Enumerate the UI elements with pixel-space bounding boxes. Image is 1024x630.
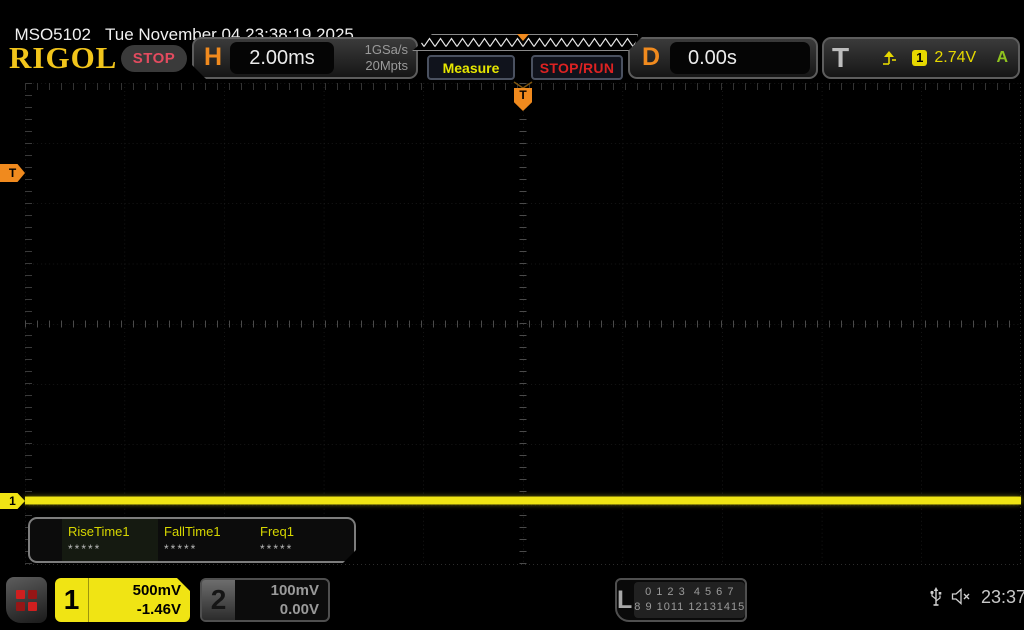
trigger-position-marker-label: T: [519, 88, 527, 102]
timebase-value: 2.00ms: [230, 42, 334, 74]
stop-run-button-label: STOP/RUN: [539, 59, 615, 76]
channel1-block[interactable]: 1 500mV -1.46V: [55, 578, 190, 622]
channel1-offset-marker[interactable]: 1: [0, 493, 25, 509]
measurement-item-falltime[interactable]: FallTime1 *****: [158, 519, 254, 561]
channel2-offset: 0.00V: [279, 601, 319, 618]
measurement-label: RiseTime1: [68, 524, 130, 539]
trigger-block[interactable]: T 1 2.74V A: [822, 37, 1020, 79]
measure-button-label: Measure: [442, 59, 500, 76]
acquisition-info: 1GSa/s 20Mpts: [365, 42, 408, 74]
measurement-item-freq[interactable]: Freq1 *****: [254, 519, 350, 561]
digital-row-2: 8 9 1011 12131415: [634, 601, 746, 613]
channel1-number: 1: [55, 578, 89, 622]
speaker-muted-icon[interactable]: [951, 588, 973, 605]
digital-row-1: 0 1 2 3 4 5 6 7: [645, 586, 735, 598]
delay-block[interactable]: D 0.00s: [628, 37, 818, 79]
measurement-value: *****: [68, 542, 102, 556]
overview-trigger-position-icon[interactable]: [517, 34, 529, 41]
usb-icon: [930, 587, 942, 606]
memory-depth: 20Mpts: [365, 58, 408, 73]
clock: 23:37: [981, 587, 1024, 607]
menu-button[interactable]: [6, 577, 47, 623]
horizontal-label: H: [204, 43, 223, 71]
channel1-values: 500mV -1.46V: [89, 578, 190, 622]
digital-channel-numbers: 0 1 2 3 4 5 6 7 8 9 1011 12131415: [634, 582, 746, 618]
trigger-label: T: [832, 42, 850, 73]
stop-run-button[interactable]: STOP/RUN: [531, 55, 623, 80]
trigger-mode: A: [996, 49, 1008, 66]
measurement-panel: RiseTime1 ***** FallTime1 ***** Freq1 **…: [28, 517, 356, 563]
trigger-level-value: 2.74V: [934, 49, 977, 66]
run-state-indicator: STOP: [121, 45, 187, 72]
logic-analyzer-block[interactable]: L 0 1 2 3 4 5 6 7 8 9 1011 12131415: [615, 578, 747, 622]
channel1-scale: 500mV: [132, 582, 181, 599]
sample-rate: 1GSa/s: [364, 42, 408, 57]
channel1-offset: -1.46V: [136, 601, 181, 618]
horizontal-settings-block[interactable]: H 2.00ms 1GSa/s 20Mpts: [192, 37, 418, 79]
measurement-value: *****: [164, 542, 198, 556]
delay-label: D: [642, 43, 661, 71]
measurement-label: FallTime1: [164, 524, 221, 539]
measurement-item-risetime[interactable]: RiseTime1 *****: [62, 519, 158, 561]
channel2-block[interactable]: 2 100mV 0.00V: [200, 578, 330, 622]
trigger-level-marker-label: T: [8, 166, 17, 180]
channel2-number: 2: [202, 580, 235, 620]
delay-value: 0.00s: [670, 42, 810, 74]
channel1-trace: [25, 497, 1021, 504]
channel2-values: 100mV 0.00V: [235, 580, 328, 620]
rising-edge-icon: [883, 51, 897, 65]
menu-grid-icon: [16, 589, 37, 611]
channel1-offset-marker-label: 1: [9, 494, 16, 508]
rigol-logo: RIGOL: [9, 40, 118, 75]
graticule-grid: [25, 83, 1021, 565]
measurement-value: *****: [260, 542, 294, 556]
measurement-label: Freq1: [260, 524, 294, 539]
measure-button[interactable]: Measure: [427, 55, 515, 80]
waveform-display-area[interactable]: [25, 83, 1021, 565]
trigger-source-badge: 1: [912, 50, 928, 66]
trigger-level-marker[interactable]: T: [0, 164, 25, 182]
trigger-position-chevron-icon: [513, 81, 533, 89]
logic-analyzer-label: L: [617, 585, 633, 614]
channel2-scale: 100mV: [270, 582, 319, 599]
run-state-label: STOP: [132, 50, 176, 67]
